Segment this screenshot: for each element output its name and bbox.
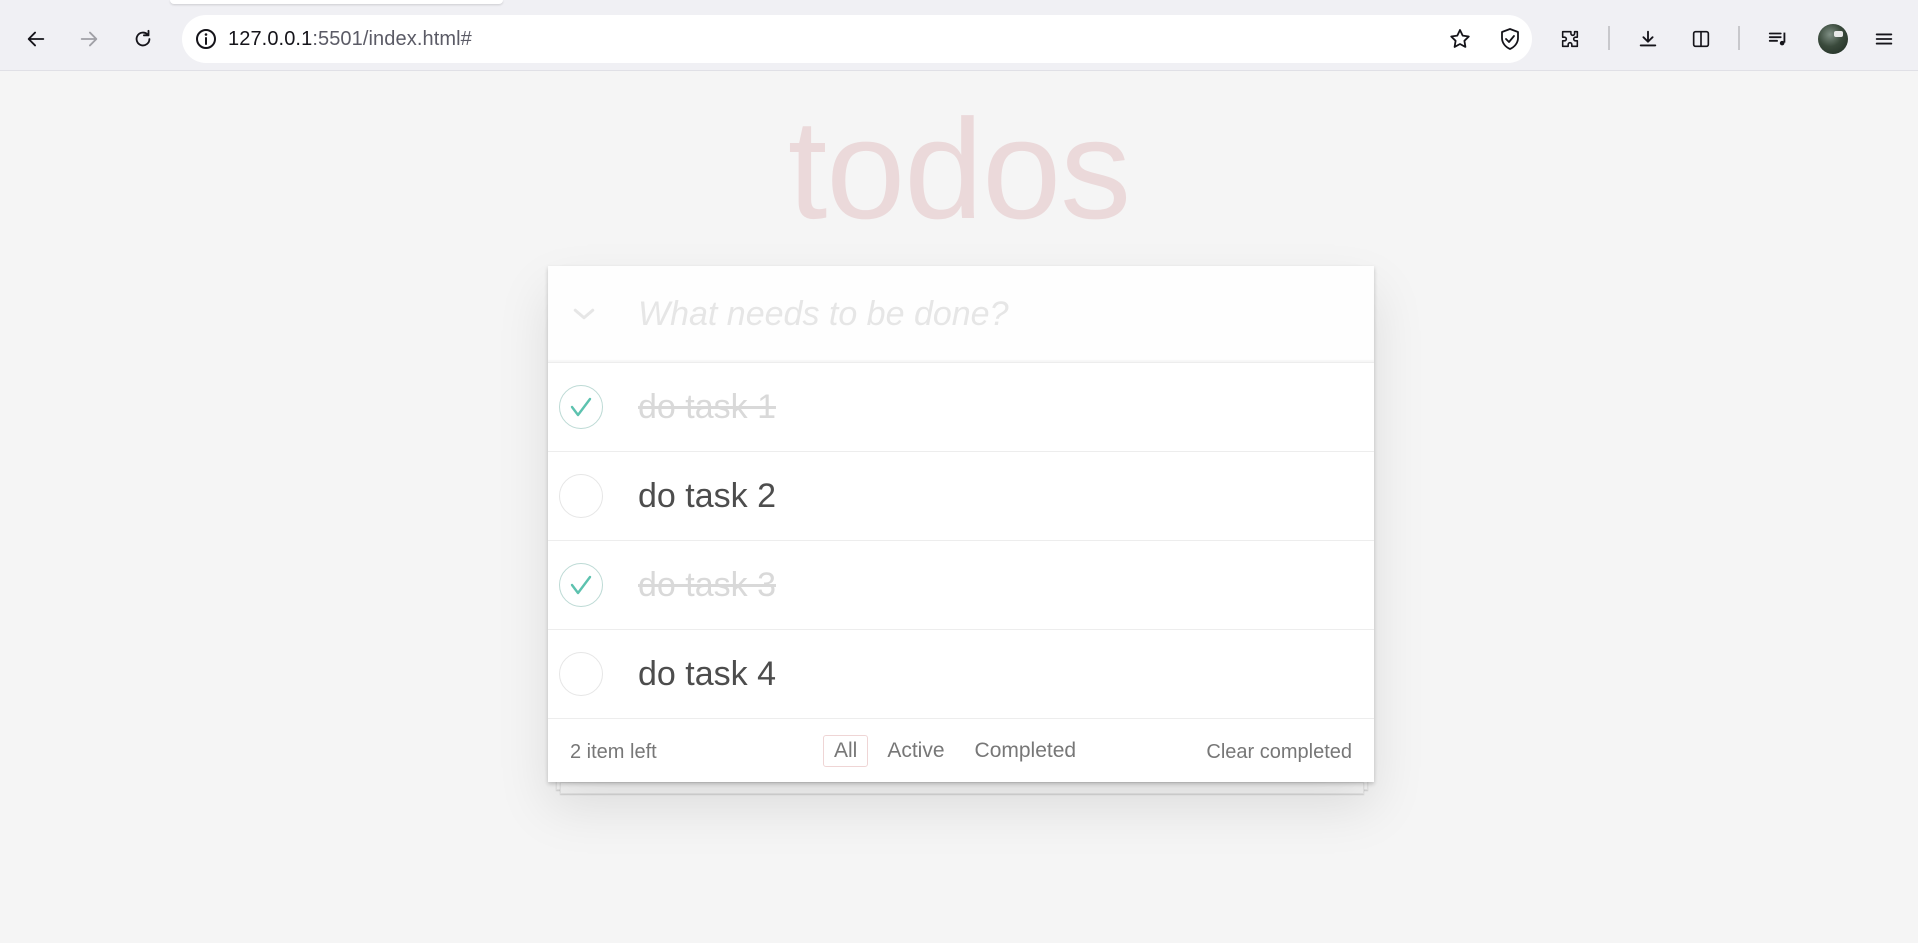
reload-button[interactable] <box>123 19 163 59</box>
new-todo-header <box>548 266 1374 363</box>
filter-tabs: All Active Completed <box>819 735 1091 767</box>
todo-card: do task 1 do task 2 do task 3 do task 4 … <box>548 266 1374 782</box>
filter-completed[interactable]: Completed <box>964 735 1088 767</box>
forward-button[interactable] <box>69 19 109 59</box>
filter-all[interactable]: All <box>823 735 869 767</box>
url-text[interactable]: 127.0.0.1:5501/index.html# <box>228 28 472 51</box>
tracking-shield-icon[interactable] <box>1498 27 1522 56</box>
todo-checkbox[interactable] <box>559 474 603 518</box>
todo-item[interactable]: do task 1 <box>548 363 1374 452</box>
forward-arrow-icon <box>80 31 98 47</box>
reload-icon <box>135 29 151 47</box>
url-path: :5501/index.html# <box>312 28 472 50</box>
toolbar-separator <box>1738 26 1740 50</box>
app-title: todos <box>787 90 1131 249</box>
url-host: 127.0.0.1 <box>228 28 313 50</box>
new-todo-input[interactable] <box>638 290 1338 338</box>
hamburger-menu-icon <box>1875 33 1893 45</box>
tab-strip-edge <box>170 0 503 4</box>
checkmark-icon <box>570 397 592 417</box>
browser-toolbar: 127.0.0.1:5501/index.html# <box>0 0 1918 71</box>
download-icon <box>1639 30 1657 47</box>
extensions-button[interactable] <box>1550 19 1590 59</box>
todo-item[interactable]: do task 2 <box>548 452 1374 541</box>
back-button[interactable] <box>16 19 56 59</box>
todo-label[interactable]: do task 4 <box>638 630 776 718</box>
checkmark-icon <box>570 575 592 595</box>
todo-footer: 2 item left All Active Completed Clear c… <box>548 723 1374 781</box>
sidebar-button[interactable] <box>1681 19 1721 59</box>
todo-checkbox[interactable] <box>559 385 603 429</box>
downloads-button[interactable] <box>1628 19 1668 59</box>
clear-completed-button[interactable]: Clear completed <box>1206 741 1352 764</box>
sidebar-icon <box>1692 30 1710 48</box>
toggle-all-button[interactable] <box>562 294 606 334</box>
todo-list: do task 1 do task 2 do task 3 do task 4 <box>548 363 1374 719</box>
playlist-music-icon <box>1768 32 1786 46</box>
profile-avatar[interactable] <box>1818 24 1848 54</box>
todo-label[interactable]: do task 2 <box>638 452 776 540</box>
todo-label[interactable]: do task 3 <box>638 541 776 629</box>
items-left-count: 2 item left <box>570 741 657 763</box>
media-control-button[interactable] <box>1758 19 1798 59</box>
todo-checkbox[interactable] <box>559 652 603 696</box>
menu-button[interactable] <box>1864 19 1904 59</box>
address-bar[interactable]: 127.0.0.1:5501/index.html# <box>182 15 1532 63</box>
todo-checkbox[interactable] <box>559 563 603 607</box>
todo-label[interactable]: do task 1 <box>638 363 776 451</box>
toolbar-separator <box>1608 26 1610 50</box>
todo-app: do task 1 do task 2 do task 3 do task 4 … <box>548 266 1374 794</box>
bookmark-star-icon[interactable] <box>1448 27 1472 56</box>
back-arrow-icon <box>27 31 45 47</box>
todo-item[interactable]: do task 3 <box>548 541 1374 630</box>
puzzle-icon <box>1561 30 1579 48</box>
filter-active[interactable]: Active <box>876 735 955 767</box>
todo-item[interactable]: do task 4 <box>548 630 1374 719</box>
chevron-down-icon <box>573 308 595 320</box>
card-stack-shadow <box>560 782 1364 794</box>
site-info-icon[interactable] <box>190 23 222 55</box>
